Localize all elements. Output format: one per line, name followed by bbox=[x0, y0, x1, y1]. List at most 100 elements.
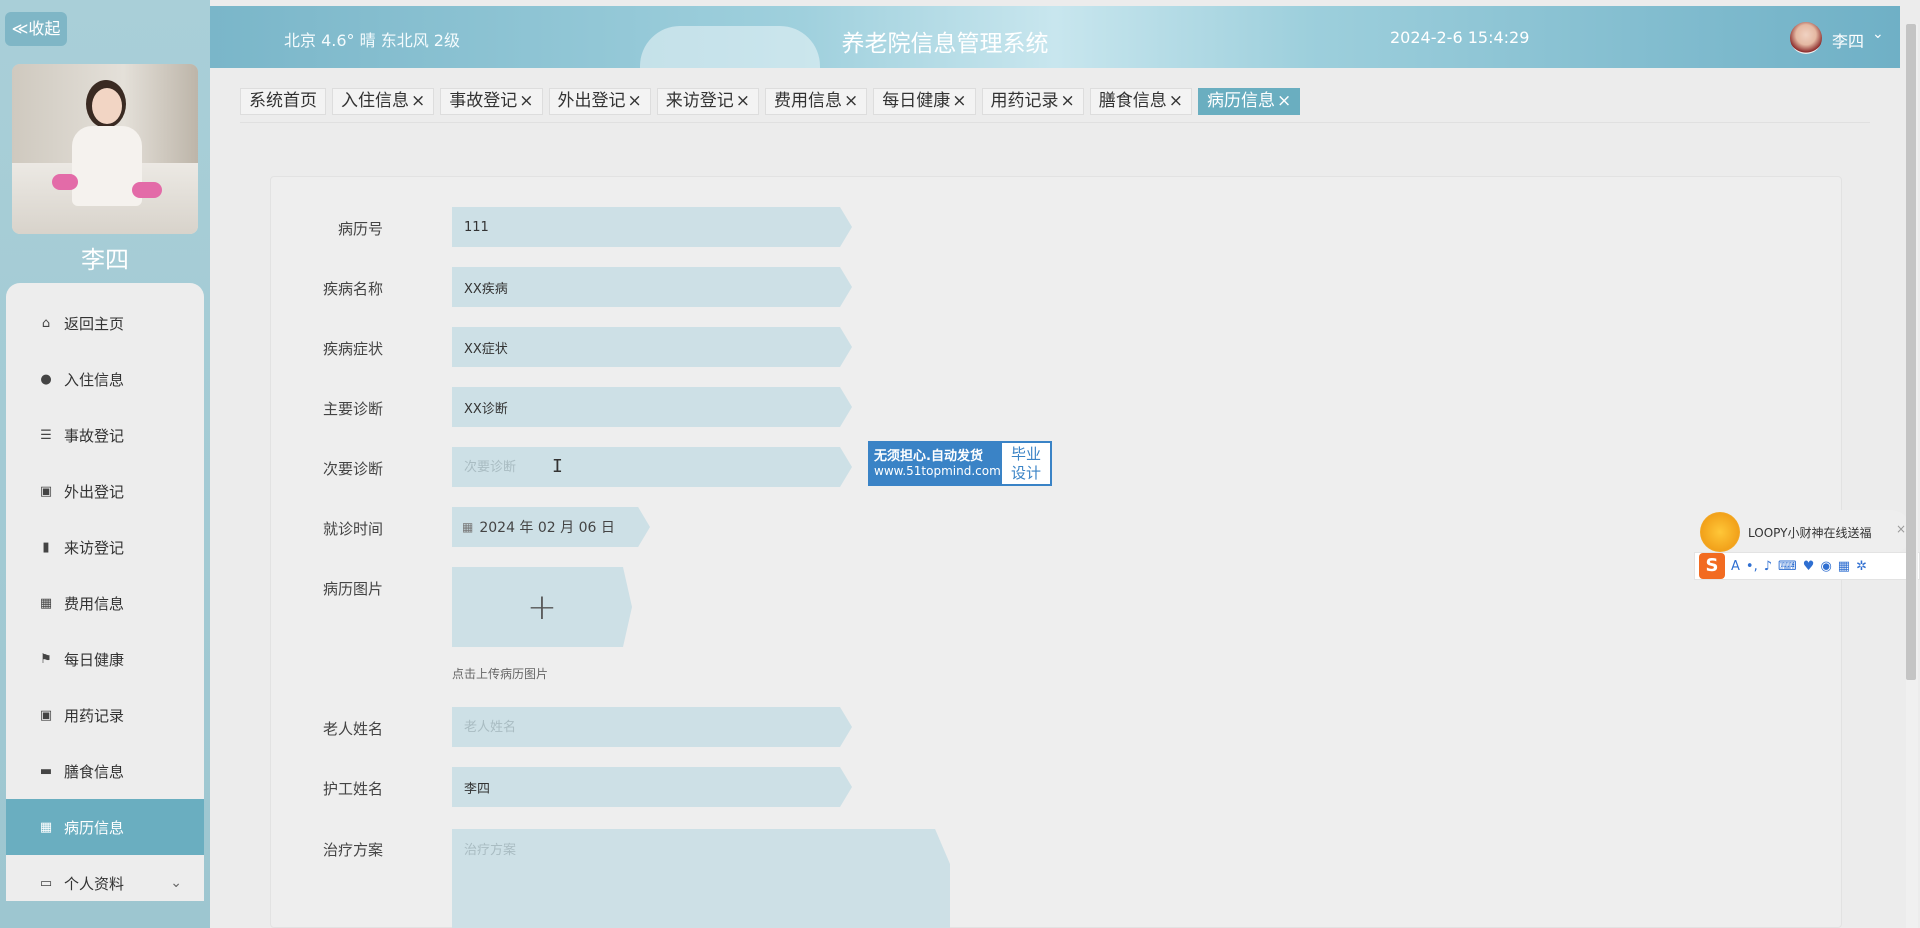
disease-name-label: 疾病名称 bbox=[322, 280, 383, 298]
sogou-logo-icon[interactable]: S bbox=[1699, 553, 1725, 579]
chevron-down-icon[interactable]: ⌄ bbox=[1872, 26, 1884, 42]
sidebar-item-daily-health[interactable]: ⚑ 每日健康 bbox=[6, 631, 204, 687]
tab-label: 系统首页 bbox=[249, 91, 317, 111]
sidebar-item-outing[interactable]: ▣ 外出登记 bbox=[6, 463, 204, 519]
close-icon[interactable]: × bbox=[952, 91, 966, 111]
promo-right: 毕业 设计 bbox=[1002, 443, 1050, 484]
tab-medical-records[interactable]: 病历信息 × bbox=[1198, 88, 1301, 115]
tab-medication[interactable]: 用药记录 × bbox=[981, 88, 1084, 115]
sidebar-item-home[interactable]: ⌂ 返回主页 bbox=[6, 295, 204, 351]
user-icon: ● bbox=[40, 371, 52, 387]
page-scrollbar[interactable] bbox=[1906, 24, 1918, 928]
apps-grid-icon[interactable]: ▦ bbox=[1838, 559, 1850, 574]
visit-date-value: 2024 年 02 月 06 日 bbox=[479, 520, 615, 536]
game-icon[interactable]: ◉ bbox=[1820, 559, 1831, 574]
treatment-plan-textarea[interactable] bbox=[452, 829, 950, 928]
tab-accident[interactable]: 事故登记 × bbox=[440, 88, 543, 115]
food-icon: ▬ bbox=[39, 763, 53, 779]
sidebar-item-label: 膳食信息 bbox=[64, 762, 125, 781]
elder-name-input[interactable] bbox=[452, 707, 852, 747]
secondary-diagnosis-input[interactable] bbox=[452, 447, 852, 487]
promo-badge[interactable]: 无须担心.自动发货 www.51topmind.com 毕业 设计 bbox=[868, 441, 1052, 486]
sidebar-item-label: 事故登记 bbox=[64, 426, 125, 445]
promo-right-line1: 毕业 bbox=[1010, 445, 1041, 463]
close-icon[interactable]: × bbox=[1061, 91, 1075, 111]
sidebar-item-label: 入住信息 bbox=[64, 370, 125, 389]
profile-photo bbox=[12, 64, 198, 234]
loopy-promo-widget[interactable]: LOOPY小财神在线送福 × bbox=[1700, 510, 1912, 554]
skin-icon[interactable]: ♥ bbox=[1803, 559, 1815, 574]
keyboard-icon[interactable]: ⌨ bbox=[1778, 559, 1797, 574]
calendar-icon: ▦ bbox=[462, 520, 474, 534]
treatment-plan-label: 治疗方案 bbox=[322, 841, 383, 859]
sidebar-item-profile[interactable]: ▭ 个人资料 ⌄ bbox=[6, 855, 204, 911]
sidebar-item-label: 外出登记 bbox=[64, 482, 125, 501]
flag-icon: ⚑ bbox=[40, 651, 52, 667]
close-icon[interactable]: × bbox=[1277, 91, 1291, 111]
grid-icon: ▦ bbox=[39, 595, 53, 611]
sidebar-item-medication[interactable]: ▣ 用药记录 bbox=[6, 687, 204, 743]
punctuation-icon[interactable]: •, bbox=[1746, 559, 1758, 574]
visit-date-picker[interactable]: ▦ 2024 年 02 月 06 日 bbox=[452, 507, 650, 547]
close-icon[interactable]: × bbox=[1169, 91, 1183, 111]
sidebar: ≪收起 李四 ⌂ 返回主页 ● 入住信息 ☰ 事故登记 ▣ 外出登记 ▮ 来访登… bbox=[0, 0, 210, 928]
disease-name-input[interactable] bbox=[452, 267, 852, 307]
sidebar-item-label: 用药记录 bbox=[64, 706, 125, 725]
user-avatar[interactable] bbox=[1790, 22, 1822, 54]
primary-diagnosis-label: 主要诊断 bbox=[322, 400, 383, 418]
scrollbar-thumb[interactable] bbox=[1906, 24, 1916, 680]
tab-meals[interactable]: 膳食信息 × bbox=[1089, 88, 1192, 115]
tab-label: 事故登记 bbox=[449, 91, 518, 111]
close-icon[interactable]: × bbox=[844, 91, 858, 111]
photo-body bbox=[72, 126, 142, 206]
list-icon: ☰ bbox=[40, 427, 52, 443]
user-menu-name[interactable]: 李四 bbox=[1832, 28, 1864, 52]
promo-left: 无须担心.自动发货 www.51topmind.com bbox=[870, 443, 1002, 484]
sidebar-item-visit[interactable]: ▮ 来访登记 bbox=[6, 519, 204, 575]
tab-label: 每日健康 bbox=[882, 91, 951, 111]
secondary-diagnosis-label: 次要诊断 bbox=[322, 460, 383, 478]
tab-home[interactable]: 系统首页 bbox=[240, 88, 326, 115]
symptoms-label: 疾病症状 bbox=[322, 340, 383, 358]
sidebar-username: 李四 bbox=[81, 246, 129, 274]
tab-label: 入住信息 bbox=[341, 91, 409, 111]
microphone-icon[interactable]: ♪ bbox=[1764, 559, 1772, 574]
profile-icon: ▭ bbox=[39, 875, 53, 891]
symptoms-input[interactable] bbox=[452, 327, 852, 367]
tab-fees[interactable]: 费用信息 × bbox=[765, 88, 868, 115]
sidebar-item-fees[interactable]: ▦ 费用信息 bbox=[6, 575, 204, 631]
tab-label: 外出登记 bbox=[557, 91, 626, 111]
sidebar-item-meals[interactable]: ▬ 膳食信息 bbox=[6, 743, 204, 799]
elder-name-label: 老人姓名 bbox=[322, 720, 383, 738]
upload-hint: 点击上传病历图片 bbox=[452, 667, 549, 681]
record-no-label: 病历号 bbox=[337, 220, 383, 238]
ime-toolbar: S A •, ♪ ⌨ ♥ ◉ ▦ ✲ bbox=[1694, 552, 1920, 580]
caregiver-name-input[interactable] bbox=[452, 767, 852, 807]
close-icon[interactable]: × bbox=[736, 91, 750, 111]
tab-outing[interactable]: 外出登记 × bbox=[548, 88, 651, 115]
close-icon[interactable]: × bbox=[411, 91, 425, 111]
record-image-label: 病历图片 bbox=[322, 580, 383, 598]
sidebar-item-label: 每日健康 bbox=[64, 650, 125, 669]
close-icon[interactable]: × bbox=[628, 91, 642, 111]
sun-mascot-icon bbox=[1700, 512, 1740, 552]
tab-label: 病历信息 bbox=[1207, 91, 1275, 111]
close-icon[interactable]: × bbox=[519, 91, 533, 111]
sidebar-item-medical-records[interactable]: ▦ 病历信息 bbox=[6, 799, 204, 855]
primary-diagnosis-input[interactable] bbox=[452, 387, 852, 427]
record-no-input[interactable] bbox=[452, 207, 852, 247]
photo-glove-right bbox=[132, 182, 162, 198]
sidebar-item-checkin[interactable]: ● 入住信息 bbox=[6, 351, 204, 407]
grid-icon: ▦ bbox=[39, 819, 53, 835]
tab-daily-health[interactable]: 每日健康 × bbox=[873, 88, 976, 115]
collapse-sidebar-button[interactable]: ≪收起 bbox=[5, 12, 67, 46]
sidebar-item-accident[interactable]: ☰ 事故登记 bbox=[6, 407, 204, 463]
promo-url: www.51topmind.com bbox=[874, 464, 1001, 478]
tab-visit[interactable]: 来访登记 × bbox=[656, 88, 759, 115]
photo-glove-left bbox=[52, 174, 78, 190]
settings-gear-icon[interactable]: ✲ bbox=[1856, 559, 1867, 574]
close-icon[interactable]: × bbox=[1896, 522, 1906, 536]
record-image-upload[interactable]: + bbox=[452, 567, 632, 647]
tab-checkin[interactable]: 入住信息 × bbox=[332, 88, 435, 115]
font-icon[interactable]: A bbox=[1731, 559, 1740, 574]
